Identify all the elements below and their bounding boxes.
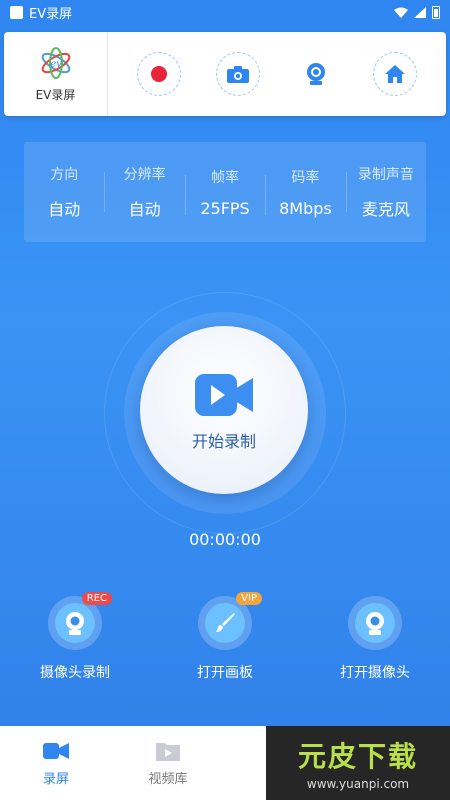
- setting-label: 方向: [50, 167, 79, 183]
- recording-timer: 00:00:00: [189, 530, 261, 549]
- setting-resolution[interactable]: 分辨率 自动: [104, 164, 184, 220]
- setting-label: 帧率: [211, 169, 240, 186]
- camera-icon: [226, 66, 249, 83]
- tool-icon-circle: REC: [48, 592, 112, 650]
- rec-badge: REC: [81, 592, 112, 605]
- setting-value: 自动: [48, 200, 81, 219]
- drawing-board-tool[interactable]: VIP 打开画板: [165, 592, 285, 682]
- setting-framerate[interactable]: 帧率 25FPS: [184, 167, 265, 218]
- setting-label: 码率: [291, 169, 320, 186]
- video-library-icon: [156, 742, 180, 761]
- top-actions: [108, 52, 446, 96]
- app-logo: ev EV录屏: [4, 32, 108, 116]
- recording-settings: 方向 自动 分辨率 自动 帧率 25FPS 码率 8Mbps 录制声音 麦克风: [24, 142, 426, 242]
- site-watermark: 元皮下载 www.yuanpi.com: [266, 726, 450, 800]
- setting-value: 自动: [128, 200, 161, 219]
- tab-record[interactable]: 录屏: [0, 726, 112, 800]
- brush-icon: [216, 613, 235, 632]
- home-button[interactable]: [372, 52, 417, 96]
- webcam-icon: [307, 63, 326, 85]
- logo-label: EV录屏: [35, 87, 76, 102]
- webcam-icon: [66, 612, 84, 635]
- open-webcam-tool[interactable]: 打开摄像头: [315, 596, 435, 682]
- tool-label: 打开画板: [197, 665, 253, 681]
- tool-label: 摄像头录制: [40, 665, 110, 681]
- status-bar: EV录屏: [0, 0, 450, 24]
- ev-logo-icon: ev: [41, 46, 70, 79]
- home-icon: [384, 65, 405, 83]
- top-toolbar-card: ev EV录屏: [4, 32, 446, 116]
- tool-row: REC 摄像头录制 VIP 打开画板 打开摄像头: [0, 592, 450, 686]
- vip-badge: VIP: [236, 592, 262, 605]
- webcam-button[interactable]: [294, 52, 338, 96]
- signal-icon: [414, 6, 426, 18]
- app-icon: [10, 5, 23, 19]
- tool-icon-circle: [348, 596, 402, 650]
- record-button[interactable]: [137, 52, 182, 96]
- watermark-url: www.yuanpi.com: [306, 777, 410, 791]
- wifi-icon: [394, 7, 408, 18]
- record-tab-icon: [43, 742, 69, 759]
- setting-label: 分辨率: [123, 167, 166, 183]
- tab-label: 录屏: [42, 771, 69, 787]
- start-recording-button[interactable]: 开始录制: [140, 326, 308, 494]
- screenshot-button[interactable]: [215, 52, 260, 96]
- tab-label: 视频库: [148, 771, 188, 787]
- status-bar-title: EV录屏: [29, 6, 73, 22]
- video-camera-icon: [195, 374, 253, 416]
- tool-label: 打开摄像头: [340, 665, 410, 681]
- tool-icon-circle: VIP: [198, 592, 262, 650]
- setting-audio-source[interactable]: 录制声音 麦克风: [345, 164, 426, 220]
- start-recording-label: 开始录制: [191, 432, 256, 451]
- svg-text:ev: ev: [50, 59, 62, 70]
- webcam-icon: [366, 612, 384, 635]
- webcam-record-tool[interactable]: REC 摄像头录制: [15, 592, 135, 682]
- battery-icon: [432, 5, 440, 19]
- watermark-brand: 元皮下载: [297, 740, 418, 773]
- system-icons: [394, 5, 440, 19]
- setting-label: 录制声音: [357, 167, 414, 183]
- setting-bitrate[interactable]: 码率 8Mbps: [265, 167, 345, 218]
- setting-value: 25FPS: [200, 198, 250, 218]
- tab-video-library[interactable]: 视频库: [112, 726, 224, 800]
- setting-orientation[interactable]: 方向 自动: [24, 164, 104, 220]
- setting-value: 麦克风: [361, 200, 410, 219]
- record-dot-icon: [151, 66, 168, 82]
- setting-value: 8Mbps: [279, 198, 332, 218]
